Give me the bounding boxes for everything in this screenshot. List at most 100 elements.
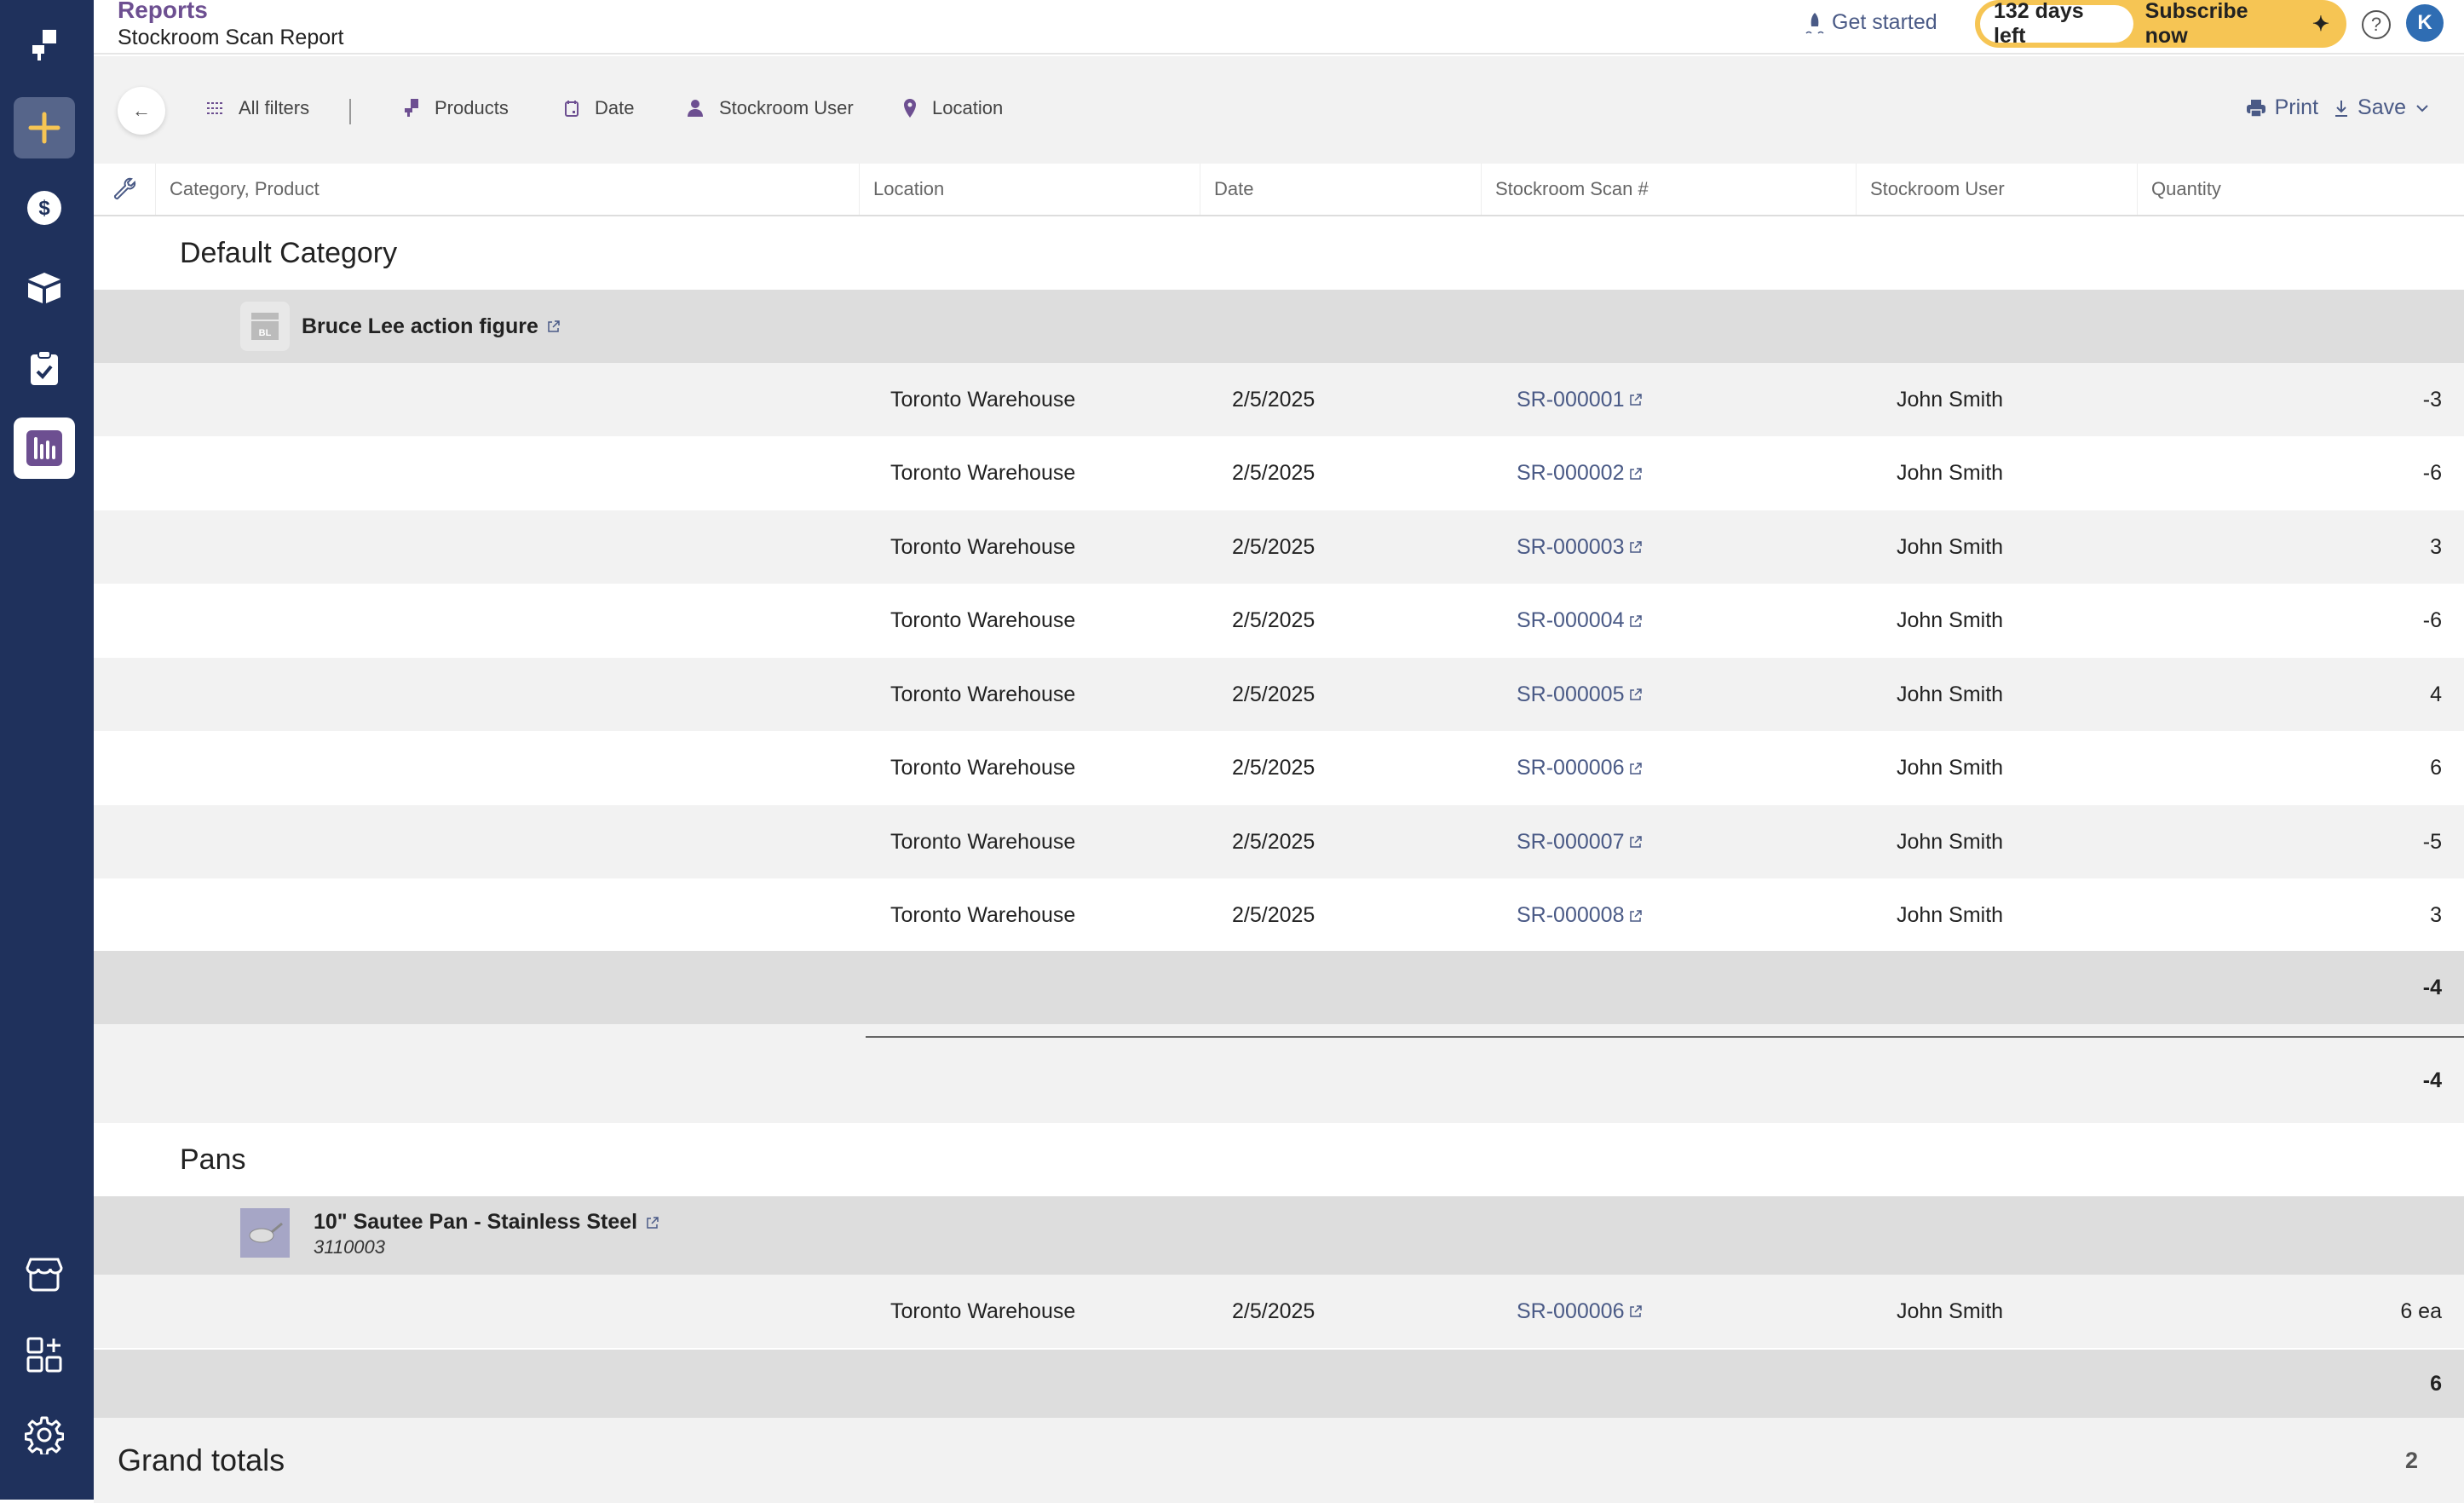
row-date: 2/5/2025 — [1232, 363, 1315, 436]
row-quantity: -6 — [2423, 437, 2442, 510]
trial-banner: 132 days left Subscribe now ✦ — [1975, 0, 2346, 48]
column-settings-button[interactable] — [94, 164, 155, 215]
bar-chart-icon — [25, 429, 64, 468]
filter-date[interactable]: Date — [564, 97, 634, 119]
sidebar-item-reports[interactable] — [14, 418, 75, 479]
category-name: Pans — [180, 1123, 246, 1196]
product-subtotal: 6 — [2430, 1350, 2442, 1418]
product-row: 10" Sautee Pan - Stainless Steel 3110003 — [94, 1196, 2464, 1275]
create-button[interactable] — [14, 97, 75, 158]
gear-icon — [25, 1415, 64, 1454]
avatar[interactable]: K — [2406, 4, 2444, 42]
sidebar-item-tasks[interactable] — [14, 337, 75, 399]
row-date: 2/5/2025 — [1232, 658, 1315, 731]
filter-products[interactable]: Products — [404, 97, 509, 119]
arrow-left-icon: ← — [132, 100, 151, 122]
chevron-down-icon — [2415, 103, 2430, 113]
print-label: Print — [2275, 95, 2318, 120]
scan-number: SR-000007 — [1517, 830, 1624, 855]
sidebar-item-settings[interactable] — [14, 1404, 75, 1466]
grand-totals-row: Grand totals 2 — [94, 1418, 2464, 1503]
column-header-date[interactable]: Date — [1200, 164, 1481, 215]
box-icon — [26, 271, 62, 305]
filter-location[interactable]: Location — [903, 97, 1003, 119]
save-button[interactable]: Save — [2334, 95, 2430, 120]
external-link-icon — [1629, 393, 1643, 406]
scan-number: SR-000008 — [1517, 903, 1624, 928]
row-date: 2/5/2025 — [1232, 805, 1315, 878]
category-row: Default Category — [94, 216, 2464, 290]
table-row: Toronto Warehouse2/5/2025SR-000005John S… — [94, 658, 2464, 731]
product-link[interactable]: 10" Sautee Pan - Stainless Steel 3110003 — [314, 1210, 659, 1258]
get-started-label: Get started — [1832, 10, 1937, 35]
scan-link[interactable]: SR-000001 — [1517, 363, 1643, 436]
get-started-button[interactable]: Get started — [1805, 10, 1937, 35]
sparkle-icon: ✦ — [2312, 12, 2329, 37]
sidebar-item-inventory[interactable] — [14, 257, 75, 319]
apps-add-icon — [26, 1336, 63, 1373]
scan-link[interactable]: SR-000004 — [1517, 584, 1643, 658]
scan-link[interactable]: SR-000007 — [1517, 805, 1643, 878]
breadcrumb[interactable]: Reports — [118, 0, 208, 24]
row-quantity: 4 — [2430, 658, 2442, 731]
sidebar-item-sales[interactable]: $ — [14, 177, 75, 239]
external-link-icon — [646, 1216, 659, 1229]
row-date: 2/5/2025 — [1232, 584, 1315, 658]
rocket-icon — [1805, 11, 1825, 35]
pan-image — [246, 1220, 284, 1246]
column-header-stockroom-user[interactable]: Stockroom User — [1856, 164, 2137, 215]
category-row: Pans — [94, 1123, 2464, 1196]
plus-icon — [27, 111, 61, 145]
external-link-icon — [1629, 688, 1643, 701]
help-icon[interactable]: ? — [2362, 10, 2391, 39]
table-header: Category, Product Location Date Stockroo… — [94, 164, 2464, 216]
wrench-icon — [112, 177, 136, 201]
row-quantity: 6 — [2430, 732, 2442, 805]
subtotal-divider — [866, 1036, 2464, 1038]
scan-link[interactable]: SR-000002 — [1517, 437, 1643, 510]
sidebar-item-apps[interactable] — [14, 1324, 75, 1385]
category-name: Default Category — [180, 216, 397, 290]
row-user: John Smith — [1897, 1275, 2003, 1348]
column-header-category-product[interactable]: Category, Product — [155, 164, 859, 215]
row-user: John Smith — [1897, 510, 2003, 584]
column-header-scan-number[interactable]: Stockroom Scan # — [1481, 164, 1856, 215]
product-link[interactable]: Bruce Lee action figure — [302, 290, 561, 363]
subscribe-label: Subscribe now — [2145, 0, 2294, 49]
subscribe-button[interactable]: Subscribe now ✦ — [2133, 0, 2341, 49]
print-button[interactable]: Print — [2246, 95, 2318, 120]
scan-link[interactable]: SR-000006 — [1517, 1275, 1643, 1348]
sidebar-item-store[interactable] — [14, 1244, 75, 1305]
table-row: Toronto Warehouse2/5/2025SR-000004John S… — [94, 584, 2464, 658]
column-header-location[interactable]: Location — [859, 164, 1200, 215]
product-sku: 3110003 — [314, 1236, 659, 1258]
location-pin-icon — [903, 98, 917, 118]
logo-icon[interactable] — [14, 17, 75, 78]
scan-number: SR-000002 — [1517, 461, 1624, 486]
row-quantity: -6 — [2423, 584, 2442, 658]
scan-number: SR-000001 — [1517, 388, 1624, 412]
save-label: Save — [2357, 95, 2406, 120]
svg-text:$: $ — [38, 197, 50, 220]
main-content: Reports Stockroom Scan Report Get starte… — [94, 0, 2464, 1500]
scan-link[interactable]: SR-000005 — [1517, 658, 1643, 731]
scan-number: SR-000003 — [1517, 535, 1624, 560]
table-row: Toronto Warehouse2/5/2025SR-000003John S… — [94, 510, 2464, 584]
filter-stockroom-user[interactable]: Stockroom User — [687, 97, 854, 119]
filter-sliders-icon — [206, 101, 223, 116]
all-filters-button[interactable]: All filters — [206, 97, 309, 119]
scan-number: SR-000006 — [1517, 756, 1624, 780]
product-name: 10" Sautee Pan - Stainless Steel — [314, 1210, 637, 1235]
external-link-icon — [547, 320, 561, 333]
column-header-quantity[interactable]: Quantity — [2137, 164, 2464, 215]
category-subtotal-row: -4 — [94, 1024, 2464, 1123]
row-user: John Smith — [1897, 805, 2003, 878]
back-button[interactable]: ← — [118, 87, 165, 135]
external-link-icon — [1629, 540, 1643, 554]
external-link-icon — [1629, 762, 1643, 775]
scan-link[interactable]: SR-000008 — [1517, 879, 1643, 953]
filter-divider — [349, 99, 351, 124]
scan-link[interactable]: SR-000003 — [1517, 510, 1643, 584]
row-date: 2/5/2025 — [1232, 510, 1315, 584]
scan-link[interactable]: SR-000006 — [1517, 732, 1643, 805]
